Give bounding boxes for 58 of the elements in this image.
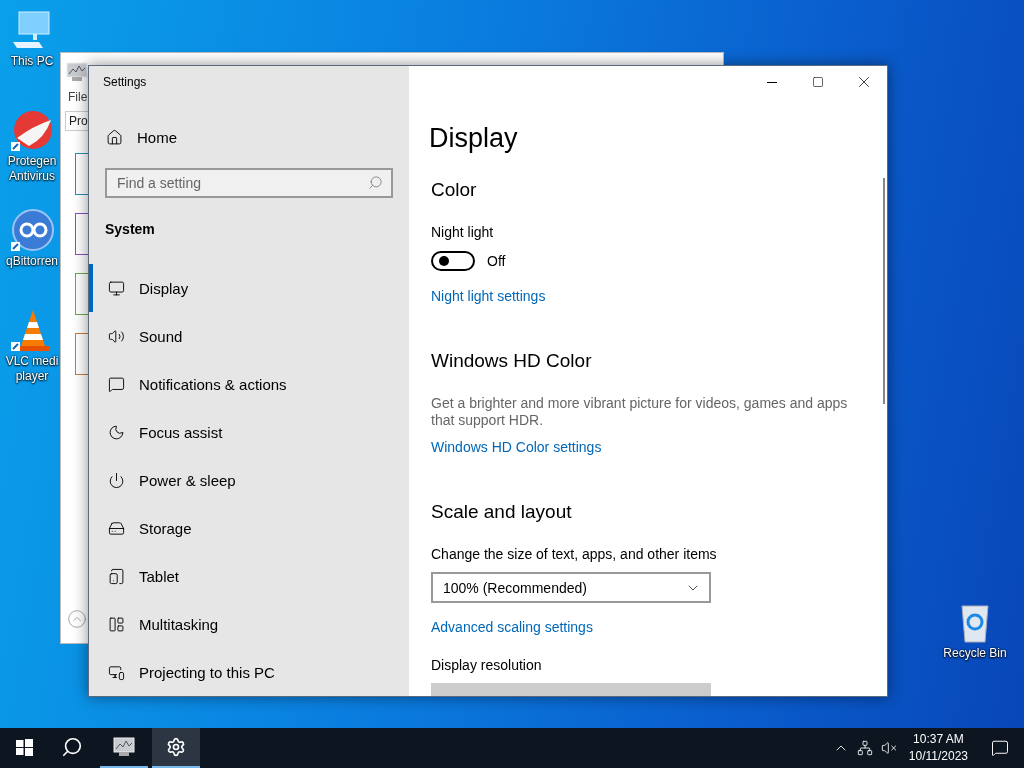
clock[interactable]: 10:37 AM 10/11/2023 xyxy=(900,731,976,765)
page-title: Display xyxy=(429,122,518,155)
moon-icon xyxy=(108,423,125,441)
tab[interactable]: Pro xyxy=(65,111,89,131)
menu-item[interactable]: File xyxy=(65,89,88,105)
nav-item[interactable]: Projecting to this PC xyxy=(89,648,409,696)
nav-item[interactable]: Tablet xyxy=(89,552,409,600)
group-heading: System xyxy=(105,220,156,239)
setting-label: Display resolution xyxy=(431,656,542,675)
section-heading: Scale and layout xyxy=(431,500,572,524)
devices-icon xyxy=(108,663,125,681)
nav-item[interactable]: Home xyxy=(89,115,409,160)
shortcut-label: qBittorren xyxy=(6,254,58,269)
setting-label: Change the size of text, apps, and other items xyxy=(431,545,717,564)
description-text: Get a brighter and more vibrant picture for videos, games and apps that support HDR. xyxy=(431,395,849,429)
nav-item[interactable]: Focus assist xyxy=(89,408,409,456)
scrollbar[interactable] xyxy=(883,178,885,404)
settings-link[interactable]: Night light settings xyxy=(431,286,546,306)
tablet-icon xyxy=(108,567,125,585)
nav-item[interactable]: Notifications & actions xyxy=(89,360,409,408)
monitor-icon xyxy=(108,279,125,297)
shortcut-label: player xyxy=(15,369,49,384)
setting-label: Night light xyxy=(431,223,494,242)
nav-item[interactable]: Storage xyxy=(89,504,409,552)
search-icon xyxy=(61,736,83,758)
minimize-icon xyxy=(767,81,777,83)
gear-icon xyxy=(166,737,186,757)
shortcut-label: This PC xyxy=(10,54,54,69)
maximize-icon xyxy=(812,76,824,88)
settings-link[interactable]: Windows HD Color settings xyxy=(431,437,602,457)
desktop-shortcut[interactable]: Recycle Bin xyxy=(936,600,1014,661)
shortcut-label: Protegen xyxy=(7,154,57,169)
shortcut-label: Recycle Bin xyxy=(943,646,1007,661)
dropdown[interactable]: 100% (Recommended) xyxy=(431,572,711,603)
shield-logo-icon xyxy=(9,108,55,154)
window-title: Settings xyxy=(102,74,148,91)
section-heading: Windows HD Color xyxy=(431,349,592,373)
shortcut-label: VLC medi xyxy=(5,354,59,369)
home-icon xyxy=(106,129,123,146)
speaker-icon xyxy=(108,327,125,345)
nav-item[interactable]: Sound xyxy=(89,312,409,360)
windows-logo-icon xyxy=(15,738,33,756)
circle-logo-icon xyxy=(9,208,55,254)
taskbar-app[interactable] xyxy=(152,728,200,768)
search-field[interactable]: Find a setting xyxy=(105,168,393,198)
monitor-chart-icon xyxy=(112,736,136,758)
drive-icon xyxy=(108,519,125,537)
search-icon xyxy=(368,175,383,190)
power-icon xyxy=(108,471,125,489)
settings-link[interactable]: Advanced scaling settings xyxy=(431,617,593,637)
panels-icon xyxy=(108,615,125,633)
shortcut-label: Antivirus xyxy=(9,169,55,184)
toggle-switch[interactable] xyxy=(431,251,475,271)
section-heading: Color xyxy=(431,178,477,202)
toggle-state: Off xyxy=(487,253,506,269)
nav-item[interactable]: Power & sleep xyxy=(89,456,409,504)
nav-item[interactable]: Multitasking xyxy=(89,600,409,648)
speech-bubble-icon xyxy=(108,375,125,393)
